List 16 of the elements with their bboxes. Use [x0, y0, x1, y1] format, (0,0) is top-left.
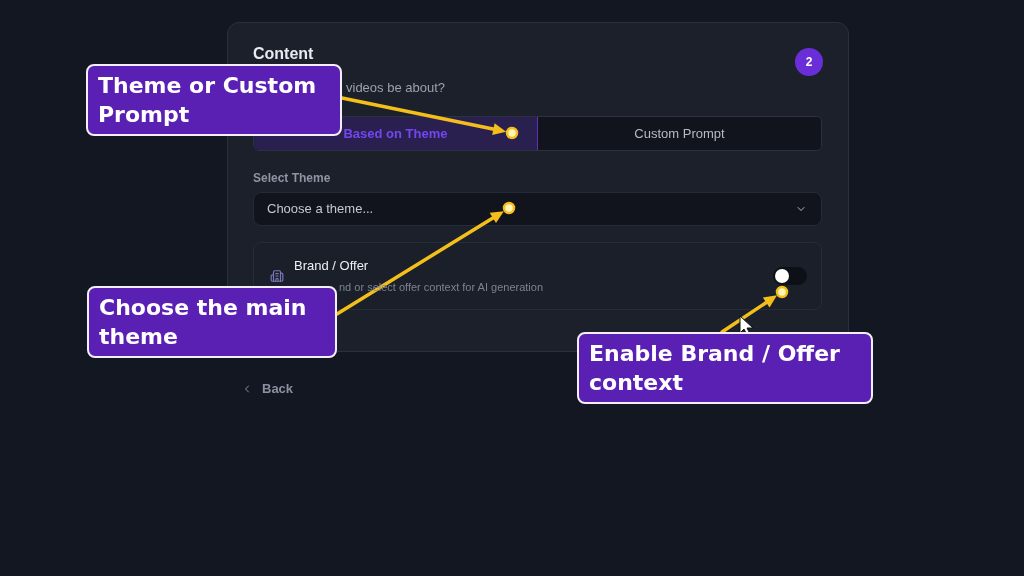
theme-dropdown[interactable]: Choose a theme...: [253, 192, 822, 226]
callout-tooltip: Enable Brand / Offer context: [577, 332, 873, 404]
callout-tooltip: Theme or Custom Prompt: [86, 64, 342, 136]
building-icon: [270, 269, 284, 283]
callout-tooltip: Choose the main theme: [87, 286, 337, 358]
brand-offer-switch[interactable]: [773, 267, 807, 285]
brand-offer-title: Brand / Offer: [294, 258, 369, 274]
target-dot-icon: [502, 201, 516, 215]
card-title: Content: [253, 44, 314, 64]
select-label: Select Theme: [253, 170, 331, 186]
annotation-arrow: [720, 295, 777, 334]
target-dot-icon: [775, 285, 789, 299]
target-dot-icon: [505, 126, 519, 140]
back-button[interactable]: Back: [236, 377, 299, 401]
step-badge: 2: [795, 48, 823, 76]
question-text: videos be about?: [346, 80, 446, 96]
